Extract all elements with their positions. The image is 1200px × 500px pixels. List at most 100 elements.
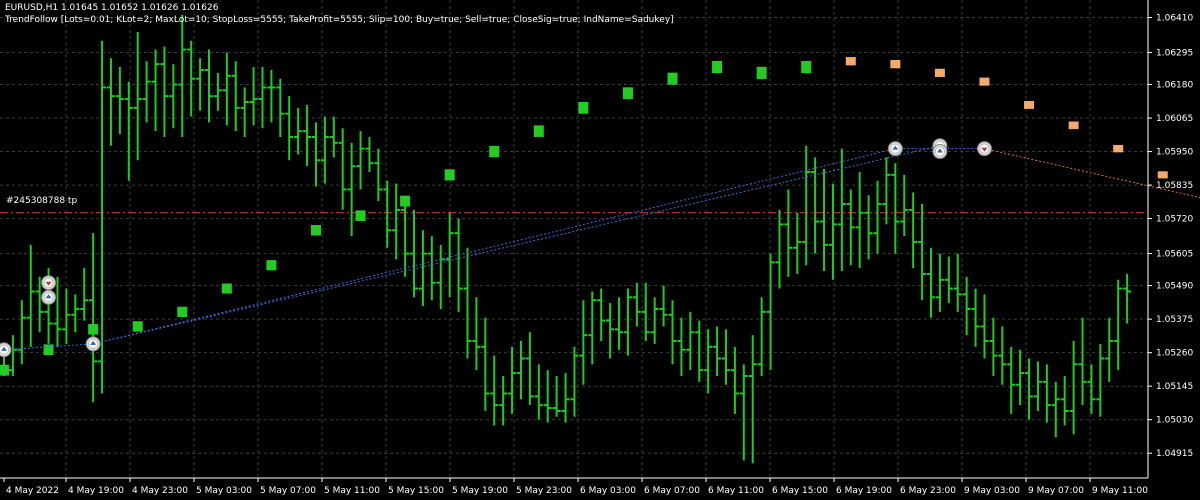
ohlc-bar <box>1060 375 1069 426</box>
time-tick-label: 5 May 15:00 <box>388 486 444 496</box>
price-tick-label: 1.05145 <box>1156 382 1193 392</box>
ohlc-bar <box>392 183 401 260</box>
sadukey-bull-box <box>489 145 500 158</box>
ohlc-bar <box>998 326 1007 385</box>
ohlc-bar <box>53 276 62 347</box>
ohlc-bar <box>481 317 490 411</box>
sadukey-bull-box <box>622 87 633 100</box>
time-tick-label: 5 May 11:00 <box>324 486 380 496</box>
ohlc-bar <box>597 288 606 342</box>
sadukey-bear-box <box>845 57 856 66</box>
trade-markers[interactable] <box>0 138 1200 468</box>
ohlc-bar <box>338 128 347 210</box>
sadukey-bear-box <box>1068 121 1079 130</box>
ohlc-bar <box>543 370 552 423</box>
ohlc-bar <box>766 253 775 371</box>
sell-trade-icon[interactable] <box>41 275 57 291</box>
ohlc-bar <box>249 67 258 126</box>
ohlc-bar <box>721 329 730 385</box>
ohlc-bar <box>454 218 463 312</box>
ohlc-bar <box>944 256 953 304</box>
time-tick-label: 5 May 03:00 <box>196 486 252 496</box>
ohlc-bar <box>89 233 98 403</box>
ohlc-bar <box>864 195 873 260</box>
ohlc-bar <box>695 320 704 382</box>
price-tick-label: 1.05260 <box>1156 349 1193 359</box>
tp-label: #245308788 tp <box>6 196 78 206</box>
price-chart[interactable]: 1.06410 1.06295 1.06180 1.06065 1.05950 1.058… <box>0 0 1200 500</box>
price-tick-label: 1.04915 <box>1156 449 1193 459</box>
buy-trade-icon[interactable] <box>41 289 57 305</box>
buy-trade-icon[interactable] <box>0 342 12 358</box>
buy-trade-icon[interactable] <box>85 336 101 352</box>
ohlc-bar <box>704 329 713 394</box>
time-tick-label: 4 May 23:00 <box>132 486 188 496</box>
ohlc-bar <box>793 212 802 274</box>
time-tick-label: 5 May 07:00 <box>260 486 316 496</box>
ohlc-bar <box>837 148 846 272</box>
ohlc-bar <box>713 326 722 376</box>
ohlc-bar <box>463 247 472 359</box>
ohlc-bar <box>784 189 793 277</box>
buy-trade-icon[interactable] <box>887 141 903 157</box>
price-tick-label: 1.05835 <box>1156 181 1193 191</box>
ohlc-bar <box>882 157 891 225</box>
ohlc-bar <box>365 136 374 172</box>
ohlc-bar <box>730 346 739 414</box>
ohlc-bar <box>222 52 231 126</box>
sadukey-bull-box <box>444 169 455 181</box>
sadukey-bull-box <box>221 283 232 294</box>
ohlc-bar <box>668 300 677 365</box>
ohlc-bar <box>909 192 918 269</box>
ohlc-bar <box>1123 273 1132 324</box>
sadukey-bear-box <box>1157 171 1168 179</box>
price-tick-label: 1.05605 <box>1156 250 1193 260</box>
buy-trade-icon[interactable] <box>932 144 948 160</box>
ohlc-bar <box>303 104 312 167</box>
sadukey-bear-box <box>1024 101 1035 109</box>
ohlc-bar <box>383 180 392 248</box>
ohlc-bar <box>632 282 641 327</box>
ohlc-bar <box>472 297 481 371</box>
sadukey-bull-box <box>0 364 9 376</box>
ohlc-bar <box>570 346 579 417</box>
ohlc-bars <box>0 14 1132 464</box>
ohlc-bar <box>490 355 499 426</box>
trade-line <box>93 148 896 345</box>
ohlc-bar <box>802 145 811 266</box>
time-tick-label: 4 May 2022 <box>6 486 59 496</box>
ohlc-bar <box>62 288 71 344</box>
ohlc-bar <box>659 285 668 327</box>
indicator-info: TrendFollow [Lots=0.01; KLot=2; MaxLot=1… <box>5 15 674 25</box>
time-tick-label: 6 May 23:00 <box>900 486 956 496</box>
time-tick-label: 6 May 07:00 <box>644 486 700 496</box>
ohlc-bar <box>561 373 570 423</box>
ohlc-bar <box>151 49 160 132</box>
ohlc-bar <box>80 268 89 321</box>
time-axis: 4 May 2022 4 May 19:00 4 May 23:00 5 May 03… <box>3 478 1148 496</box>
sadukey-bear-box <box>979 77 990 86</box>
sadukey-bull-box <box>177 306 188 318</box>
time-tick-label: 9 May 11:00 <box>1092 486 1148 496</box>
ohlc-bar <box>445 212 454 298</box>
ohlc-bar <box>133 32 142 161</box>
ohlc-bar <box>436 244 445 309</box>
ohlc-bar <box>8 335 17 376</box>
ohlc-bar <box>205 49 214 123</box>
ohlc-bar <box>650 297 659 344</box>
ohlc-bar <box>213 72 222 111</box>
ohlc-bar <box>160 46 169 137</box>
sell-trade-icon[interactable] <box>976 141 992 157</box>
sadukey-bear-box <box>1113 144 1124 153</box>
ohlc-bar <box>953 253 962 312</box>
time-tick-label: 5 May 23:00 <box>516 486 572 496</box>
ohlc-bar <box>115 67 124 135</box>
ohlc-bar <box>980 294 989 359</box>
sadukey-bull-box <box>667 72 678 85</box>
ohlc-bar <box>418 230 427 307</box>
ohlc-bar <box>615 297 624 350</box>
ohlc-bar <box>267 69 276 123</box>
ohlc-bar <box>285 96 294 161</box>
ohlc-bar <box>748 335 757 464</box>
sadukey-bull-box <box>88 324 99 335</box>
